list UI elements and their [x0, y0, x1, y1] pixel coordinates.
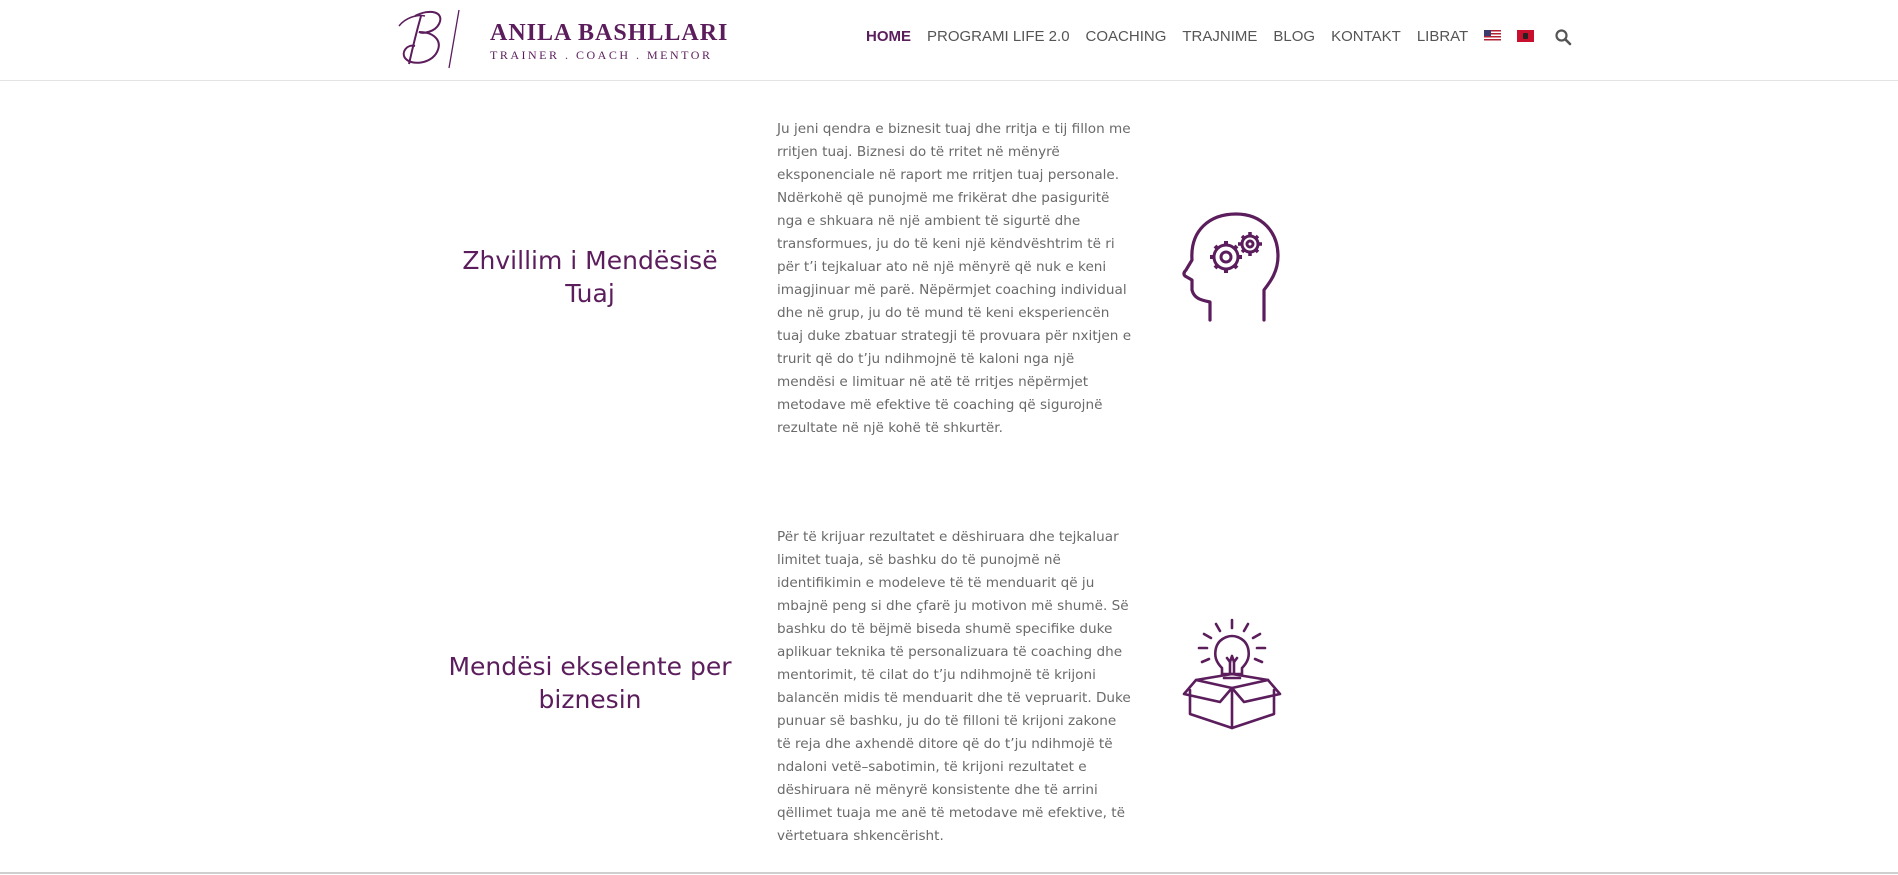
albanian-flag-icon[interactable]: [1517, 30, 1535, 42]
head-gears-icon: [1182, 212, 1280, 322]
section-title: Zhvillim i Mendësisë Tuaj: [440, 244, 740, 310]
nav-item-trajnime[interactable]: TRAJNIME: [1182, 28, 1257, 45]
nav-item-home[interactable]: HOME: [866, 28, 911, 45]
section-title: Mendësi ekselente per biznesin: [440, 650, 740, 716]
logo-monogram-icon: [398, 9, 460, 69]
section-title-line: Tuaj: [565, 279, 615, 308]
nav-item-programi-life[interactable]: PROGRAMI LIFE 2.0: [927, 28, 1070, 45]
nav-item-coaching[interactable]: COACHING: [1086, 28, 1167, 45]
main-nav: HOME PROGRAMI LIFE 2.0 COACHING TRAJNIME…: [866, 26, 1572, 46]
section-title-line: biznesin: [538, 685, 642, 714]
lightbulb-box-icon: [1182, 618, 1282, 730]
site-logo[interactable]: ANILA BASHLLARI TRAINER . COACH . MENTOR: [395, 6, 727, 70]
section-title-line: Zhvillim i Mendësisë: [462, 246, 718, 275]
brand-name: ANILA BASHLLARI: [490, 20, 729, 46]
nav-item-librat[interactable]: LIBRAT: [1417, 28, 1468, 45]
section-text: Për të krijuar rezultatet e dëshiruara d…: [777, 529, 1131, 844]
footer-divider: [0, 872, 1898, 874]
search-icon[interactable]: [1554, 28, 1572, 46]
section-title-line: Mendësi ekselente per: [448, 652, 732, 681]
nav-item-kontakt[interactable]: KONTAKT: [1331, 28, 1401, 45]
site-header: ANILA BASHLLARI TRAINER . COACH . MENTOR…: [0, 0, 1898, 81]
section-text: Ju jeni qendra e biznesit tuaj dhe rritj…: [777, 121, 1132, 436]
english-flag-icon[interactable]: [1484, 30, 1502, 42]
nav-item-blog[interactable]: BLOG: [1273, 28, 1315, 45]
brand-tagline: TRAINER . COACH . MENTOR: [490, 48, 713, 62]
